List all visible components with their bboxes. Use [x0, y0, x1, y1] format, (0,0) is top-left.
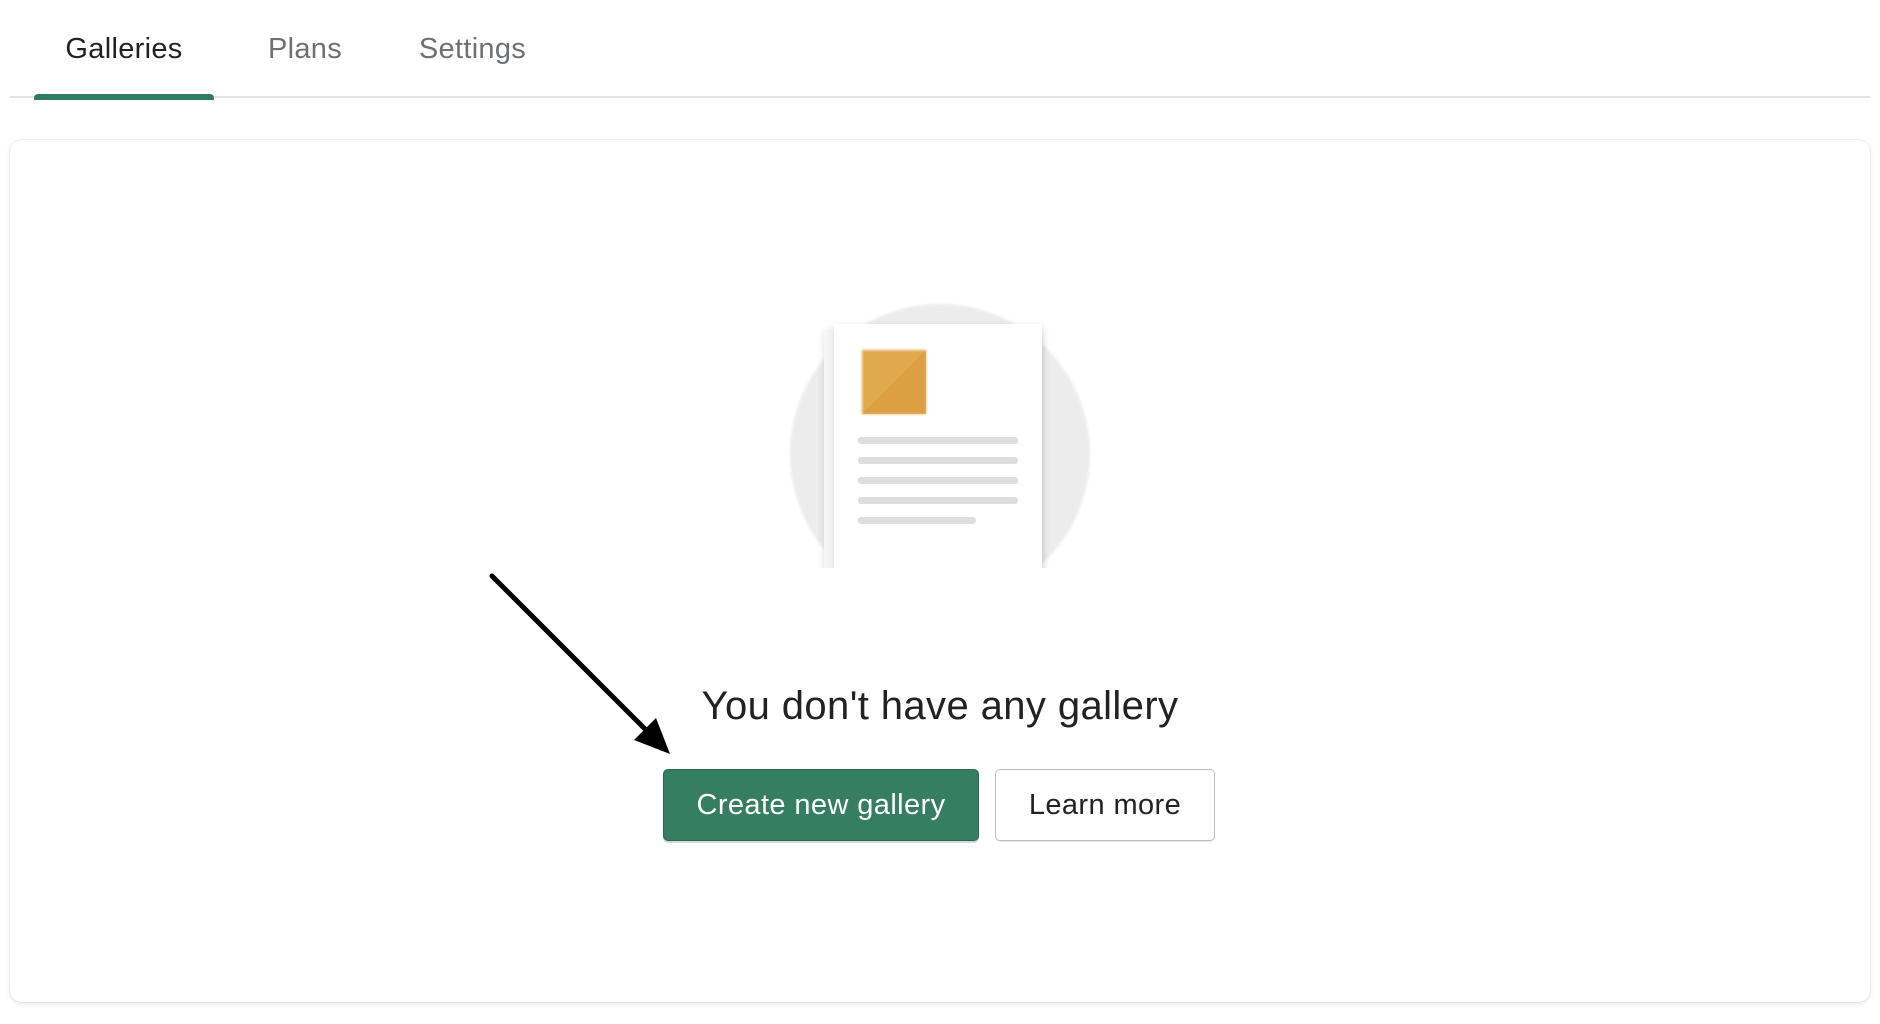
tab-settings-label: Settings	[418, 32, 527, 65]
tab-settings[interactable]: Settings	[405, 0, 540, 98]
empty-state-title: You don't have any gallery	[701, 684, 1179, 728]
tab-plans[interactable]: Plans	[240, 0, 370, 98]
tab-bar: Galleries Plans Settings	[10, 0, 1870, 100]
create-new-gallery-button[interactable]: Create new gallery	[663, 769, 979, 841]
arrow-icon	[489, 573, 670, 754]
learn-more-button[interactable]: Learn more	[995, 769, 1215, 841]
tab-galleries-label: Galleries	[65, 32, 183, 65]
empty-state-actions: Create new gallery Learn more	[663, 769, 1215, 841]
tab-galleries[interactable]: Galleries	[34, 0, 214, 100]
tab-plans-label: Plans	[267, 32, 343, 65]
document-icon	[782, 304, 1092, 580]
active-tab-indicator	[34, 94, 214, 100]
page: Galleries Plans Settings You don't have …	[0, 0, 1880, 1024]
